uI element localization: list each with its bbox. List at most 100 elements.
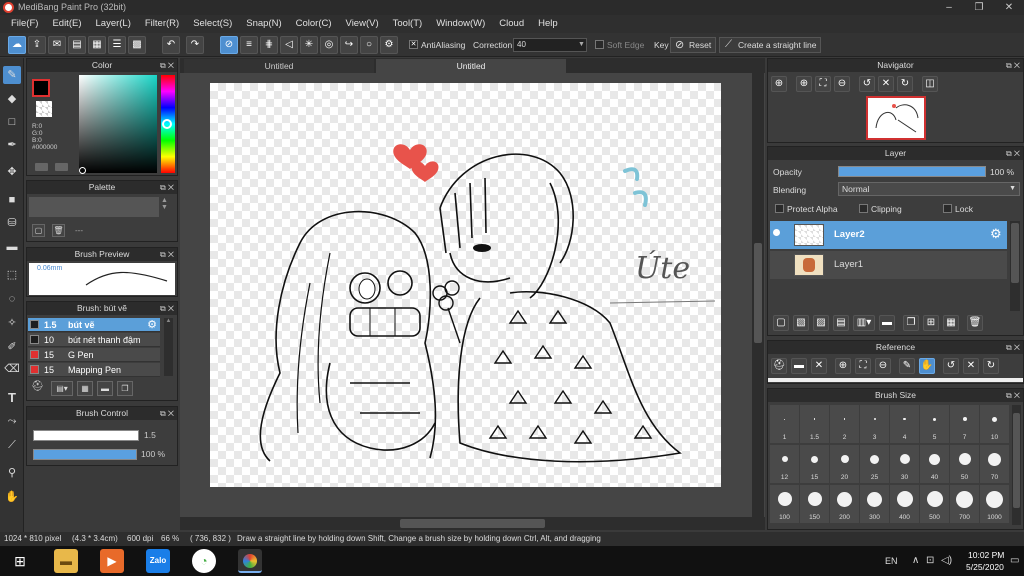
menu-edit[interactable]: Edit(E) [45,18,88,29]
reference-rotate-left-icon[interactable]: ↺ [943,358,959,374]
drawing-canvas[interactable]: Úte [210,83,721,487]
foreground-color-swatch[interactable] [32,79,50,97]
layer-settings-gear-icon[interactable]: ⚙ [990,226,1002,242]
media-player-icon[interactable]: ▶ [100,549,124,573]
pen-tool-icon[interactable]: ✒ [3,136,21,154]
brush-settings-gear-icon[interactable]: ⚙ [147,318,157,332]
flip-icon[interactable]: ◫ [922,76,938,92]
brush-duplicate-icon[interactable]: ❐ [117,381,133,396]
brush-item[interactable]: 15 Mapping Pen [28,363,160,377]
rotate-right-icon[interactable]: ↻ [897,76,913,92]
brush-size-slider[interactable] [33,430,139,441]
menu-window[interactable]: Window(W) [429,18,492,29]
clock-time[interactable]: 10:02 PM [968,550,1004,560]
reference-view-area[interactable] [768,378,1023,382]
brush-size-cell[interactable]: 200 [830,485,859,523]
menu-view[interactable]: View(V) [339,18,386,29]
reference-rotate-right-icon[interactable]: ↻ [983,358,999,374]
reset-view-icon[interactable]: ✕ [878,76,894,92]
menu-tool[interactable]: Tool(T) [386,18,430,29]
eyedropper-tool-icon[interactable]: ⚲ [3,464,21,482]
reference-add-icon[interactable]: ⛑ [771,358,787,374]
brush-add-icon[interactable]: ⛑ [31,381,47,396]
layer-menu-icon[interactable]: ▥▾ [853,315,875,331]
menu-select[interactable]: Select(S) [186,18,239,29]
hue-slider-handle[interactable] [162,119,172,129]
select-eraser-tool-icon[interactable]: ⌫ [3,360,21,378]
network-icon[interactable]: ⊡ [926,555,934,566]
color-picker-handle[interactable] [79,167,86,174]
brush-size-cell[interactable]: 20 [830,445,859,483]
trash-icon[interactable]: 🗑 [52,224,65,237]
layer-folder-icon[interactable]: ▬ [879,315,895,331]
layer-properties-icon[interactable]: ▦ [943,315,959,331]
cloud-icon[interactable]: ☁ [8,36,26,54]
parallel-snap-icon[interactable]: ≡ [240,36,258,54]
brush-size-cell[interactable]: 15 [800,445,829,483]
brush-item[interactable]: 15 G Pen [28,348,160,362]
gradient-tool-icon[interactable]: ▬ [3,238,21,256]
select-rect-tool-icon[interactable]: ⬚ [3,266,21,284]
comment-icon[interactable]: ✉ [48,36,66,54]
layer-row-layer1[interactable]: Layer1 [770,251,1007,279]
zoom-fit-icon[interactable]: ⊕ [771,76,787,92]
chat-icon[interactable]: ▤ [68,36,86,54]
brush-size-cell[interactable]: 10 [980,405,1009,443]
text-tool-icon[interactable]: T [3,389,21,407]
antialias-checkbox[interactable]: ✕ [409,40,418,49]
brush-size-cell[interactable]: 30 [890,445,919,483]
brush-size-scrollbar[interactable] [1012,405,1021,525]
brush-size-cell[interactable]: 400 [890,485,919,523]
clock-date[interactable]: 5/25/2020 [966,562,1004,572]
reference-fit-icon[interactable]: ⛶ [855,358,871,374]
brush-size-value[interactable]: 1.5 [144,430,156,440]
reference-hand-icon[interactable]: ✋ [919,358,935,374]
vertical-scrollbar[interactable] [752,73,764,517]
zoom-in-icon[interactable]: ⊕ [796,76,812,92]
brush-size-cell[interactable]: 40 [920,445,949,483]
color-mode-button[interactable] [35,163,48,171]
layer-opacity-slider[interactable] [838,166,986,177]
snap-settings-icon[interactable]: ⚙ [380,36,398,54]
upload-icon[interactable]: ⇪ [28,36,46,54]
color-swap-button[interactable] [55,163,68,171]
brush-size-cell[interactable]: 1 [770,405,799,443]
notification-icon[interactable]: ▭ [1010,555,1019,566]
brush-opacity-value[interactable]: 100 % [141,449,165,459]
brush-size-cell[interactable]: 70 [980,445,1009,483]
background-color-swatch[interactable] [36,101,52,117]
horizontal-scrollbar-thumb[interactable] [400,519,545,528]
maximize-button[interactable]: ❐ [964,0,994,15]
snap-off-icon[interactable]: ⊘ [220,36,238,54]
reference-open-icon[interactable]: ▬ [791,358,807,374]
eye-icon[interactable] [773,229,780,236]
brush-size-cell[interactable]: 4 [890,405,919,443]
reference-close-icon[interactable]: ✕ [811,358,827,374]
grid-icon[interactable]: ▩ [128,36,146,54]
softedge-checkbox[interactable] [595,40,604,49]
lasso-tool-icon[interactable]: ◌ [3,290,21,308]
brush-size-cell[interactable]: 25 [860,445,889,483]
chevron-up-icon[interactable]: ∧ [912,555,919,566]
rotate-left-icon[interactable]: ↺ [859,76,875,92]
redo-icon[interactable]: ↷ [186,36,204,54]
menu-file[interactable]: File(F) [4,18,45,29]
blending-select[interactable]: Normal ▼ [838,182,1020,196]
divide-tool-icon[interactable]: ⟋ [3,436,21,454]
brush-tool-icon[interactable]: ✎ [3,66,21,84]
close-button[interactable]: ✕ [994,0,1024,15]
new-halftone-layer-icon[interactable]: ▧ [793,315,809,331]
brush-size-cell[interactable]: 1.5 [800,405,829,443]
zalo-icon[interactable]: Zalo [146,549,170,573]
windows-start-icon[interactable]: ⊞ [8,549,32,573]
palette-scrollbar[interactable]: ▲ ▼ [161,197,171,217]
file-explorer-icon[interactable]: ▬ [54,549,78,573]
palette-swatch-area[interactable] [29,197,159,217]
correction-select[interactable]: 40 [513,38,587,52]
reference-reset-icon[interactable]: ✕ [963,358,979,374]
select-pen-tool-icon[interactable]: ✐ [3,338,21,356]
clipping-checkbox[interactable] [859,204,868,213]
tab-untitled-2[interactable]: Untitled [376,59,566,73]
menu-filter[interactable]: Filter(R) [138,18,186,29]
brush-size-cell[interactable]: 100 [770,485,799,523]
